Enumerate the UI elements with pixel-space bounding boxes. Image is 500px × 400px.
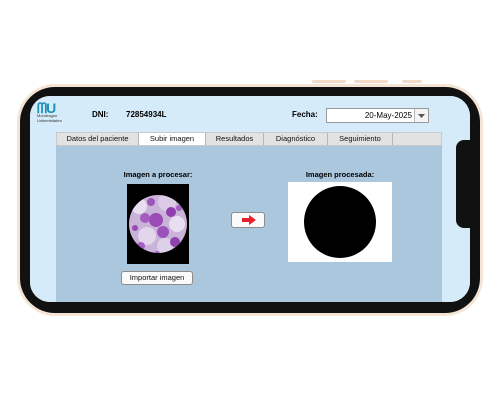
chevron-down-icon[interactable]	[414, 109, 428, 122]
input-image	[127, 184, 189, 264]
tab-bar: Datos del paciente Subir imagen Resultad…	[56, 132, 442, 146]
tab-seguimiento[interactable]: Seguimiento	[328, 133, 393, 145]
app-window: ᗰU Mondragon Unibertsitatea DNI: 7285493…	[30, 96, 470, 302]
tab-resultados[interactable]: Resultados	[206, 133, 264, 145]
phone-side-button	[456, 140, 478, 228]
input-image-title: Imagen a procesar:	[123, 170, 193, 179]
tab-subir-imagen[interactable]: Subir imagen	[139, 133, 206, 145]
date-picker[interactable]: 20-May-2025	[326, 108, 429, 123]
university-logo: ᗰU Mondragon Unibertsitatea	[37, 101, 83, 123]
date-value: 20-May-2025	[364, 111, 412, 120]
phone-screen: ᗰU Mondragon Unibertsitatea DNI: 7285493…	[30, 96, 470, 302]
decor-line	[312, 80, 346, 83]
tab-datos-paciente[interactable]: Datos del paciente	[57, 133, 139, 145]
phone-frame: ᗰU Mondragon Unibertsitatea DNI: 7285493…	[17, 84, 483, 316]
tab-diagnostico[interactable]: Diagnóstico	[264, 133, 328, 145]
dni-value: 72854934L	[126, 110, 167, 119]
logo-line2: Unibertsitatea	[37, 117, 62, 123]
dni-label: DNI:	[92, 110, 109, 119]
phone-bezel: ᗰU Mondragon Unibertsitatea DNI: 7285493…	[20, 87, 480, 313]
process-button[interactable]	[231, 212, 265, 228]
output-image-title: Imagen procesada:	[305, 170, 375, 179]
processed-image	[288, 182, 392, 262]
decor-line	[354, 80, 388, 83]
decor-line	[402, 80, 422, 83]
import-image-button[interactable]: Importar imagen	[121, 271, 193, 285]
date-label: Fecha:	[292, 110, 318, 119]
upload-panel: Imagen a procesar: Imagen procesada:	[56, 146, 442, 302]
